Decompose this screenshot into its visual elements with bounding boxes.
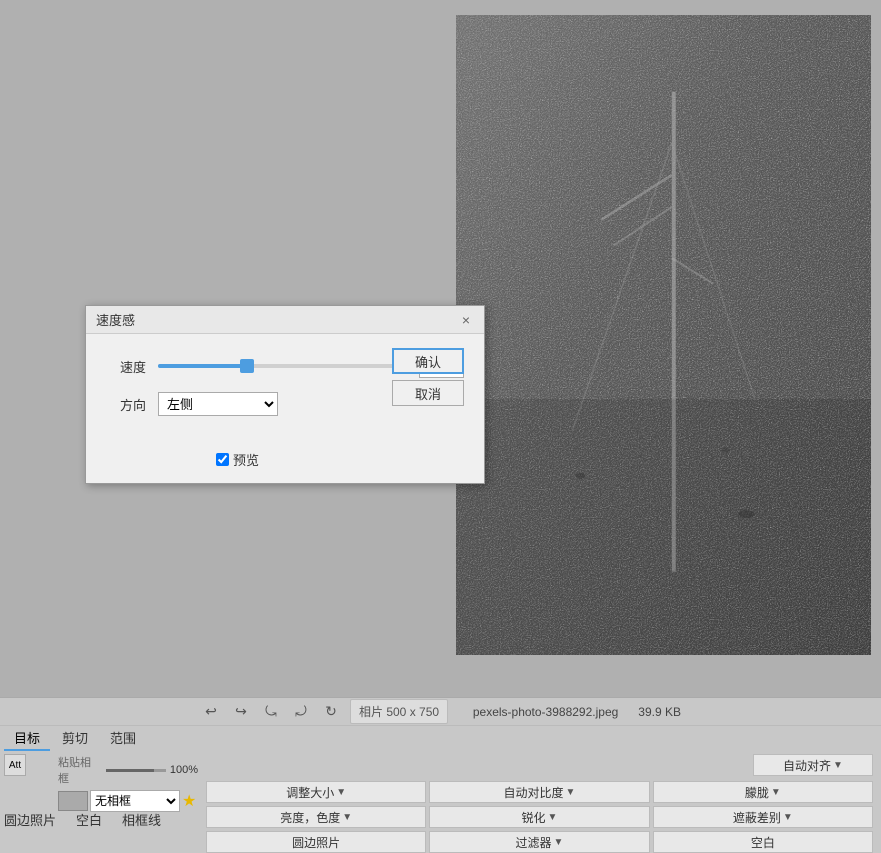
frame-area: 粘贴相框 100% 无相框 ★ xyxy=(58,754,198,812)
controls-row2: 亮度，色度 ▼ 锐化 ▼ 遮蔽差别 ▼ xyxy=(206,806,873,828)
sharpen-button[interactable]: 锐化 ▼ xyxy=(429,806,649,828)
opacity-slider[interactable] xyxy=(106,769,166,772)
controls-row3: 圆边照片 过滤器 ▼ 空白 xyxy=(206,831,873,853)
direction-select-container: 左侧 右侧 上方 下方 xyxy=(158,392,278,416)
round-photo-label[interactable]: 圆边照片 xyxy=(4,810,56,829)
toolbar-row: ↩ ↪ ⤿ ⤾ ↻ 相片 500 x 750 pexels-photo-3988… xyxy=(0,698,881,726)
att-label: Att xyxy=(9,760,21,771)
cancel-button[interactable]: 取消 xyxy=(392,380,464,406)
blank-label[interactable]: 空白 xyxy=(76,810,102,829)
auto-contrast-button[interactable]: 自动对比度 ▼ xyxy=(429,781,649,803)
undo-icon[interactable]: ↩ xyxy=(200,701,222,723)
redo-icon[interactable]: ↪ xyxy=(230,701,252,723)
preview-label: 预览 xyxy=(233,450,259,469)
speed-slider-thumb[interactable] xyxy=(240,359,254,373)
speed-blur-dialog: 速度感 × 速度 方向 左侧 右侧 上方 下方 xyxy=(85,305,485,484)
dialog-body: 速度 方向 左侧 右侧 上方 下方 确认 xyxy=(86,334,484,446)
dialog-title: 速度感 xyxy=(96,310,135,329)
canvas-image xyxy=(456,15,871,655)
empty-btn3[interactable]: 空白 xyxy=(653,831,873,853)
frame-line-label[interactable]: 相框线 xyxy=(122,810,161,829)
direction-label: 方向 xyxy=(106,395,146,414)
preview-checkbox-label[interactable]: 预览 xyxy=(216,450,259,469)
vignette-button[interactable]: 遮蔽差别 ▼ xyxy=(653,806,873,828)
preview-checkbox[interactable] xyxy=(216,453,229,466)
auto-align-label: 自动对齐 xyxy=(783,757,831,774)
frame-color-preview xyxy=(58,791,88,811)
speed-slider-fill xyxy=(158,364,247,368)
auto-align-button[interactable]: 自动对齐 ▼ xyxy=(753,754,873,776)
middle-controls: 自动对齐 ▼ 调整大小 ▼ 自动对比度 ▼ 朦胧 ▼ xyxy=(202,754,877,853)
auto-align-arrow: ▼ xyxy=(833,760,843,771)
star-icon[interactable]: ★ xyxy=(182,791,196,811)
tab-cut[interactable]: 剪切 xyxy=(52,726,98,751)
bottom-label-row[interactable]: 圆边照片 xyxy=(206,831,426,853)
dialog-footer: 预览 xyxy=(86,446,484,483)
bottom-area: ↩ ↪ ⤿ ⤾ ↻ 相片 500 x 750 pexels-photo-3988… xyxy=(0,697,881,817)
bottom-controls: Att 粘贴相框 100% 无相框 ★ xyxy=(0,750,881,808)
left-tool-icon[interactable]: Att xyxy=(4,754,26,776)
image-info: 相片 500 x 750 xyxy=(350,699,448,724)
filesize-label: 39.9 KB xyxy=(638,705,681,719)
dialog-titlebar: 速度感 × xyxy=(86,306,484,334)
dialog-close-button[interactable]: × xyxy=(458,312,474,328)
opacity-value: 100% xyxy=(170,764,198,776)
dialog-buttons: 确认 取消 xyxy=(392,348,464,406)
resize-button[interactable]: 调整大小 ▼ xyxy=(206,781,426,803)
blur-button[interactable]: 朦胧 ▼ xyxy=(653,781,873,803)
filename-label: pexels-photo-3988292.jpeg xyxy=(473,705,618,719)
rotate-left-icon[interactable]: ⤿ xyxy=(260,701,282,723)
speed-slider-track[interactable] xyxy=(158,364,411,368)
paste-frame-label: 粘贴相框 xyxy=(58,754,102,786)
direction-select[interactable]: 左侧 右侧 上方 下方 xyxy=(158,392,278,416)
tab-target[interactable]: 目标 xyxy=(4,726,50,751)
filter-button[interactable]: 过滤器 ▼ xyxy=(429,831,649,853)
auto-align-row: 自动对齐 ▼ xyxy=(206,754,873,776)
tabs-row: 目标 剪切 范围 xyxy=(0,726,881,750)
image-content xyxy=(456,15,871,655)
refresh-icon[interactable]: ↻ xyxy=(320,701,342,723)
controls-row1: 调整大小 ▼ 自动对比度 ▼ 朦胧 ▼ xyxy=(206,781,873,803)
rotate-right-icon[interactable]: ⤾ xyxy=(290,701,312,723)
confirm-button[interactable]: 确认 xyxy=(392,348,464,374)
frame-opacity-row: 粘贴相框 100% xyxy=(58,754,198,786)
brightness-button[interactable]: 亮度，色度 ▼ xyxy=(206,806,426,828)
tab-range[interactable]: 范围 xyxy=(100,726,146,751)
left-tools: Att xyxy=(4,754,54,776)
speed-label: 速度 xyxy=(106,357,146,376)
